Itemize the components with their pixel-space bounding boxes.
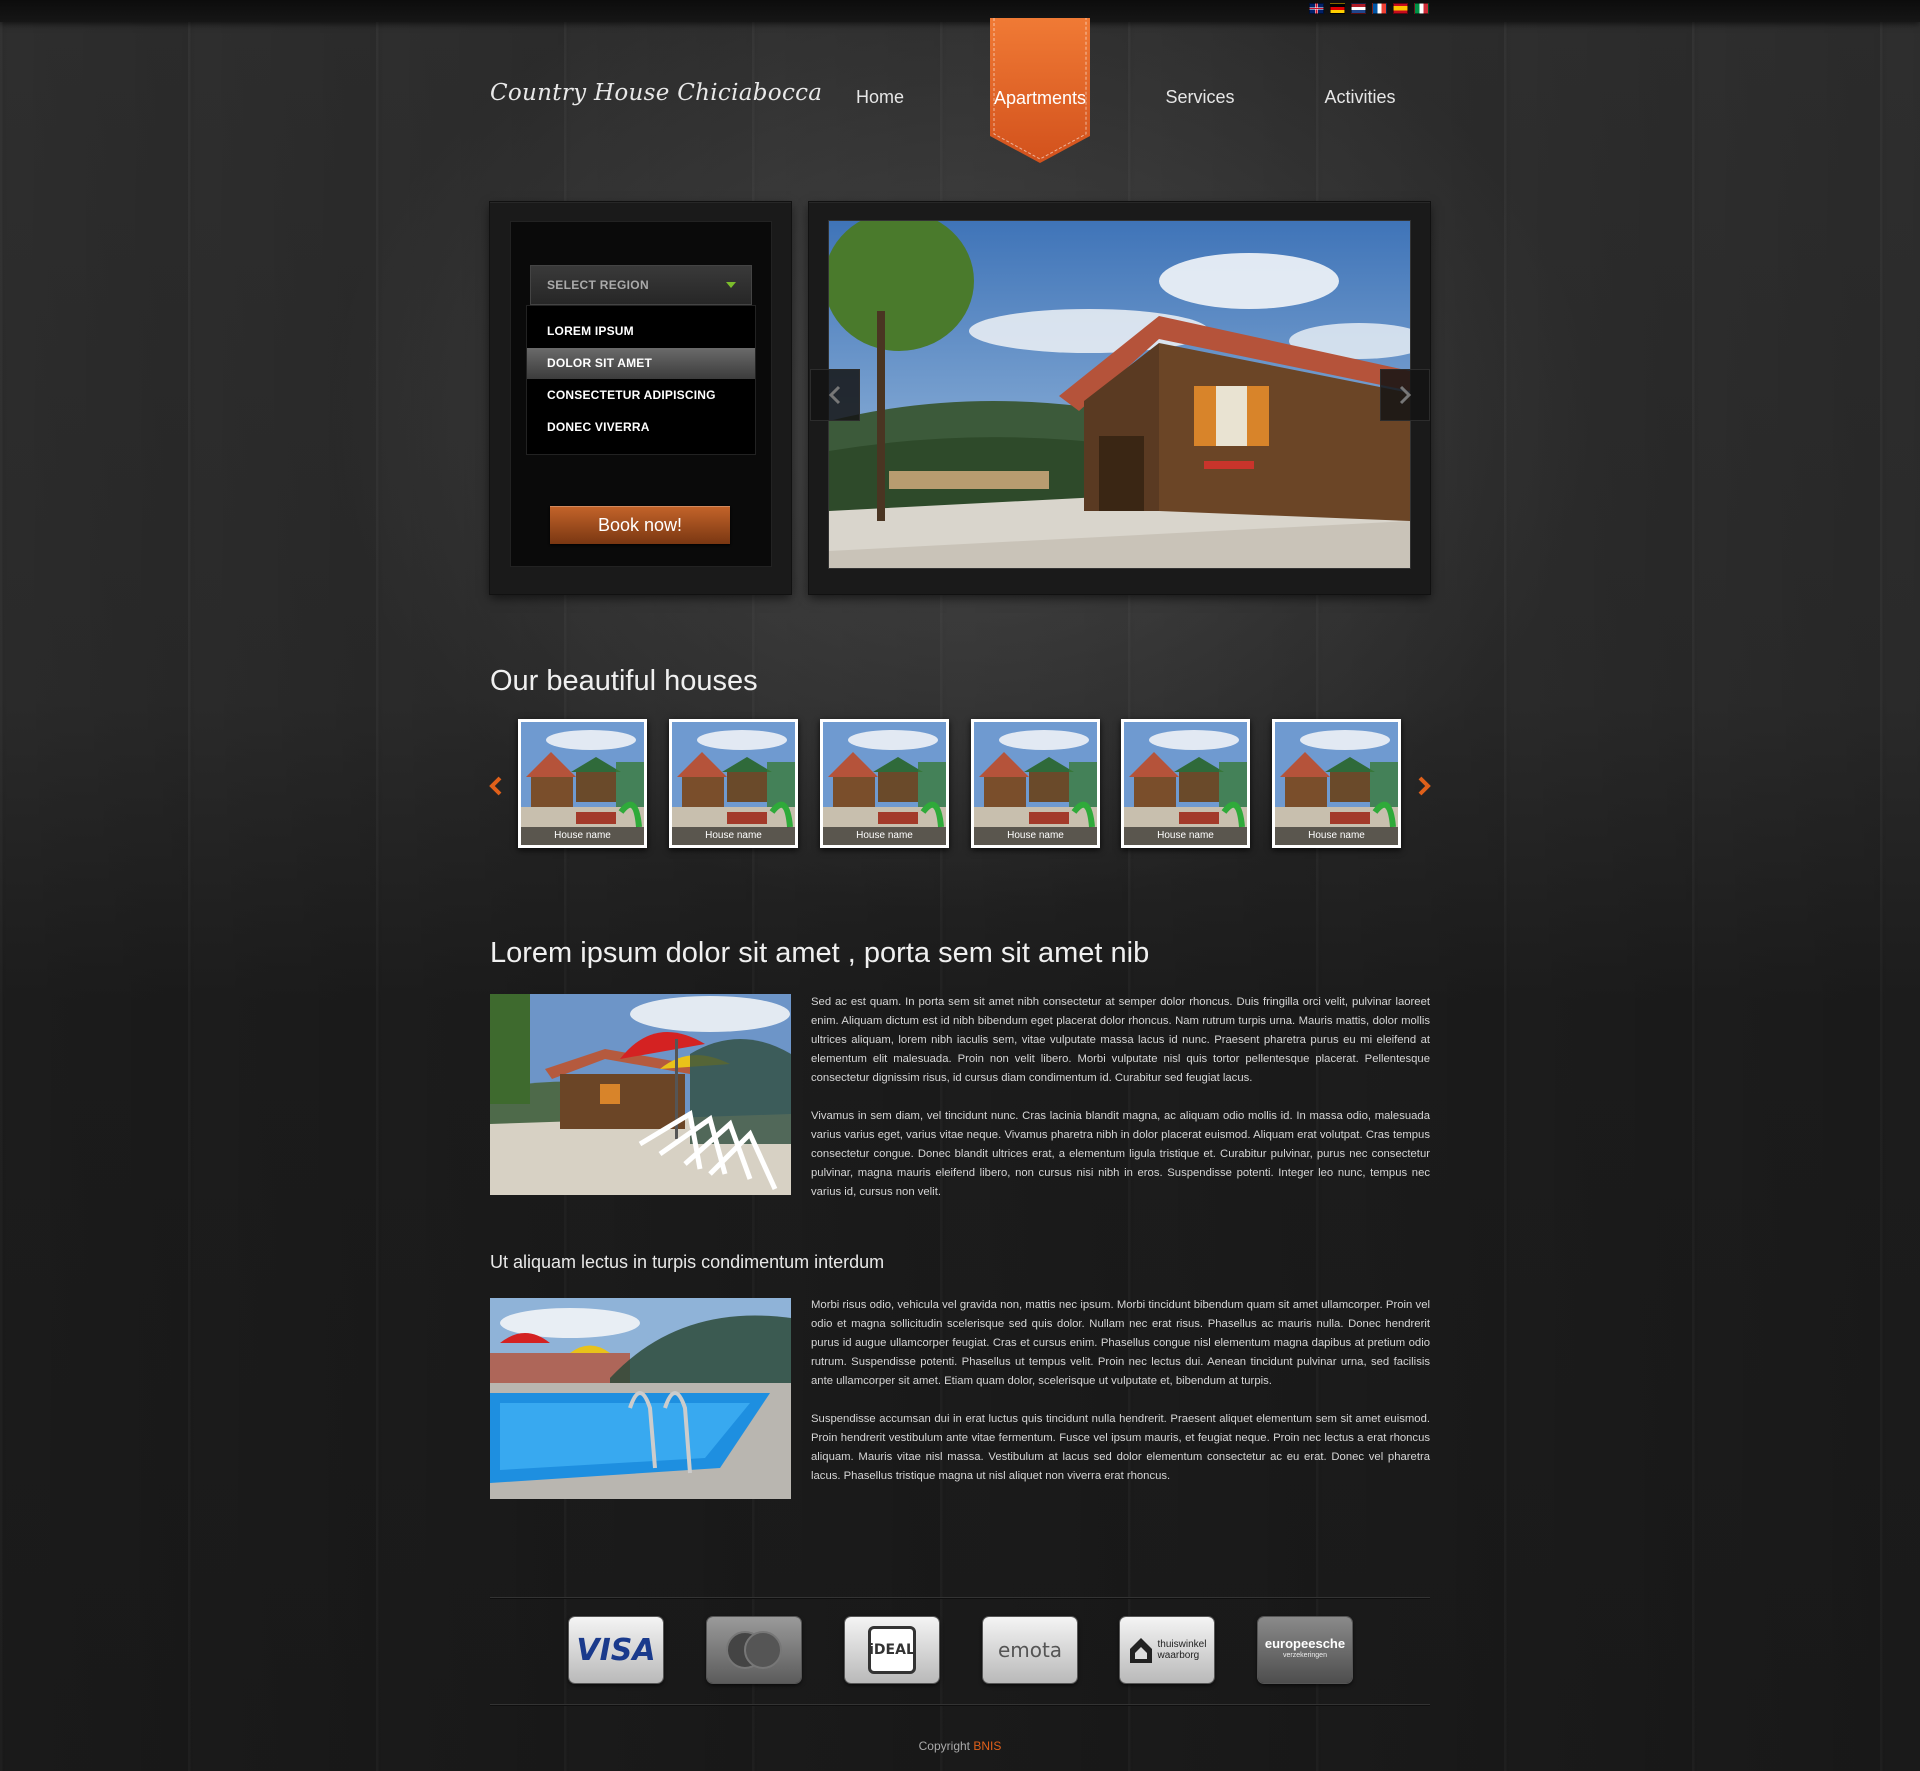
house-thumbnail[interactable]: House name (1121, 719, 1250, 848)
house-thumbnail-label: House name (974, 827, 1097, 845)
region-option[interactable]: LOREM IPSUM (527, 316, 755, 347)
flag-es-icon[interactable] (1393, 3, 1408, 14)
copyright: Copyright BNIS (0, 1739, 1920, 1753)
mastercard-logo (707, 1617, 801, 1683)
house-thumbnail-label: House name (521, 827, 644, 845)
house-thumbnail[interactable]: House name (820, 719, 949, 848)
region-select[interactable]: SELECT REGION (530, 265, 752, 305)
flag-nl-icon[interactable] (1351, 3, 1366, 14)
house-thumbnail-label: House name (1124, 827, 1247, 845)
article-photo-chalet (490, 994, 791, 1195)
book-now-button[interactable]: Book now! (550, 506, 730, 544)
house-thumbnail-label: House name (1275, 827, 1398, 845)
slider-prev-button[interactable] (811, 370, 859, 420)
nav-home[interactable]: Home (820, 87, 940, 108)
house-thumbnail-image: House name (1275, 722, 1398, 845)
language-switcher (1309, 3, 1429, 14)
mastercard-icon (726, 1631, 782, 1669)
flag-uk-icon[interactable] (1309, 3, 1324, 14)
article-paragraph: Suspendisse accumsan dui in erat luctus … (811, 1413, 1430, 1482)
article-subtitle: Ut aliquam lectus in turpis condimentum … (490, 1252, 885, 1272)
slider-next-button[interactable] (1381, 370, 1429, 420)
flag-fr-icon[interactable] (1372, 3, 1387, 14)
house-thumbnail-image: House name (1124, 722, 1247, 845)
nav-services[interactable]: Services (1140, 87, 1260, 108)
region-option[interactable]: DONEC VIVERRA (527, 412, 755, 443)
flag-it-icon[interactable] (1414, 3, 1429, 14)
house-thumbnail[interactable]: House name (971, 719, 1100, 848)
ideal-logo: iDEAL (845, 1617, 939, 1683)
house-thumbnail-image: House name (823, 722, 946, 845)
houses-next-button[interactable] (1416, 773, 1432, 804)
region-option-selected[interactable]: DOLOR SIT AMET (527, 348, 755, 379)
visa-logo: VISA (569, 1617, 663, 1683)
house-icon (1129, 1638, 1152, 1663)
house-thumbnail[interactable]: House name (518, 719, 647, 848)
site-logo[interactable]: Country House Chiciabocca (490, 80, 822, 106)
footer-divider (490, 1704, 1430, 1705)
chevron-right-icon (1399, 385, 1412, 405)
house-thumbnail-image: House name (974, 722, 1097, 845)
region-option[interactable]: CONSECTETUR ADIPISCING (527, 380, 755, 411)
article-paragraph: Morbi risus odio, vehicula vel gravida n… (811, 1299, 1430, 1387)
slider-image (829, 221, 1410, 568)
house-thumbnail-label: House name (672, 827, 795, 845)
nav-apartments[interactable]: Apartments (990, 18, 1090, 163)
chevron-left-icon (489, 776, 502, 796)
region-select-placeholder: SELECT REGION (547, 278, 649, 292)
emota-logo: emota (983, 1617, 1077, 1683)
nav-activities[interactable]: Activities (1300, 87, 1420, 108)
thuiswinkel-logo: thuiswinkel waarborg (1120, 1617, 1214, 1683)
house-thumbnail[interactable]: House name (1272, 719, 1401, 848)
europeesche-logo: europeesche verzekeringen (1258, 1617, 1352, 1683)
houses-prev-button[interactable] (488, 773, 504, 804)
copyright-label: Copyright (918, 1739, 970, 1753)
nav-apartments-label: Apartments (993, 88, 1087, 108)
chevron-right-icon (1418, 776, 1431, 796)
top-bar (0, 0, 1920, 22)
houses-title: Our beautiful houses (490, 665, 758, 697)
house-thumbnail-label: House name (823, 827, 946, 845)
article-title: Lorem ipsum dolor sit amet , porta sem s… (490, 937, 1150, 969)
article-paragraph: Sed ac est quam. In porta sem sit amet n… (811, 996, 1430, 1084)
house-thumbnail-image: House name (672, 722, 795, 845)
article-paragraph: Vivamus in sem diam, vel tincidunt nunc.… (811, 1110, 1430, 1198)
footer-divider (490, 1597, 1430, 1598)
region-dropdown-list: LOREM IPSUM DOLOR SIT AMET CONSECTETUR A… (527, 306, 755, 454)
house-thumbnail-image: House name (521, 722, 644, 845)
copyright-brand-link[interactable]: BNIS (973, 1739, 1001, 1753)
article-photo-pool (490, 1298, 791, 1499)
flag-de-icon[interactable] (1330, 3, 1345, 14)
chevron-left-icon (828, 385, 841, 405)
house-thumbnail[interactable]: House name (669, 719, 798, 848)
dropdown-arrow-icon (726, 282, 736, 288)
